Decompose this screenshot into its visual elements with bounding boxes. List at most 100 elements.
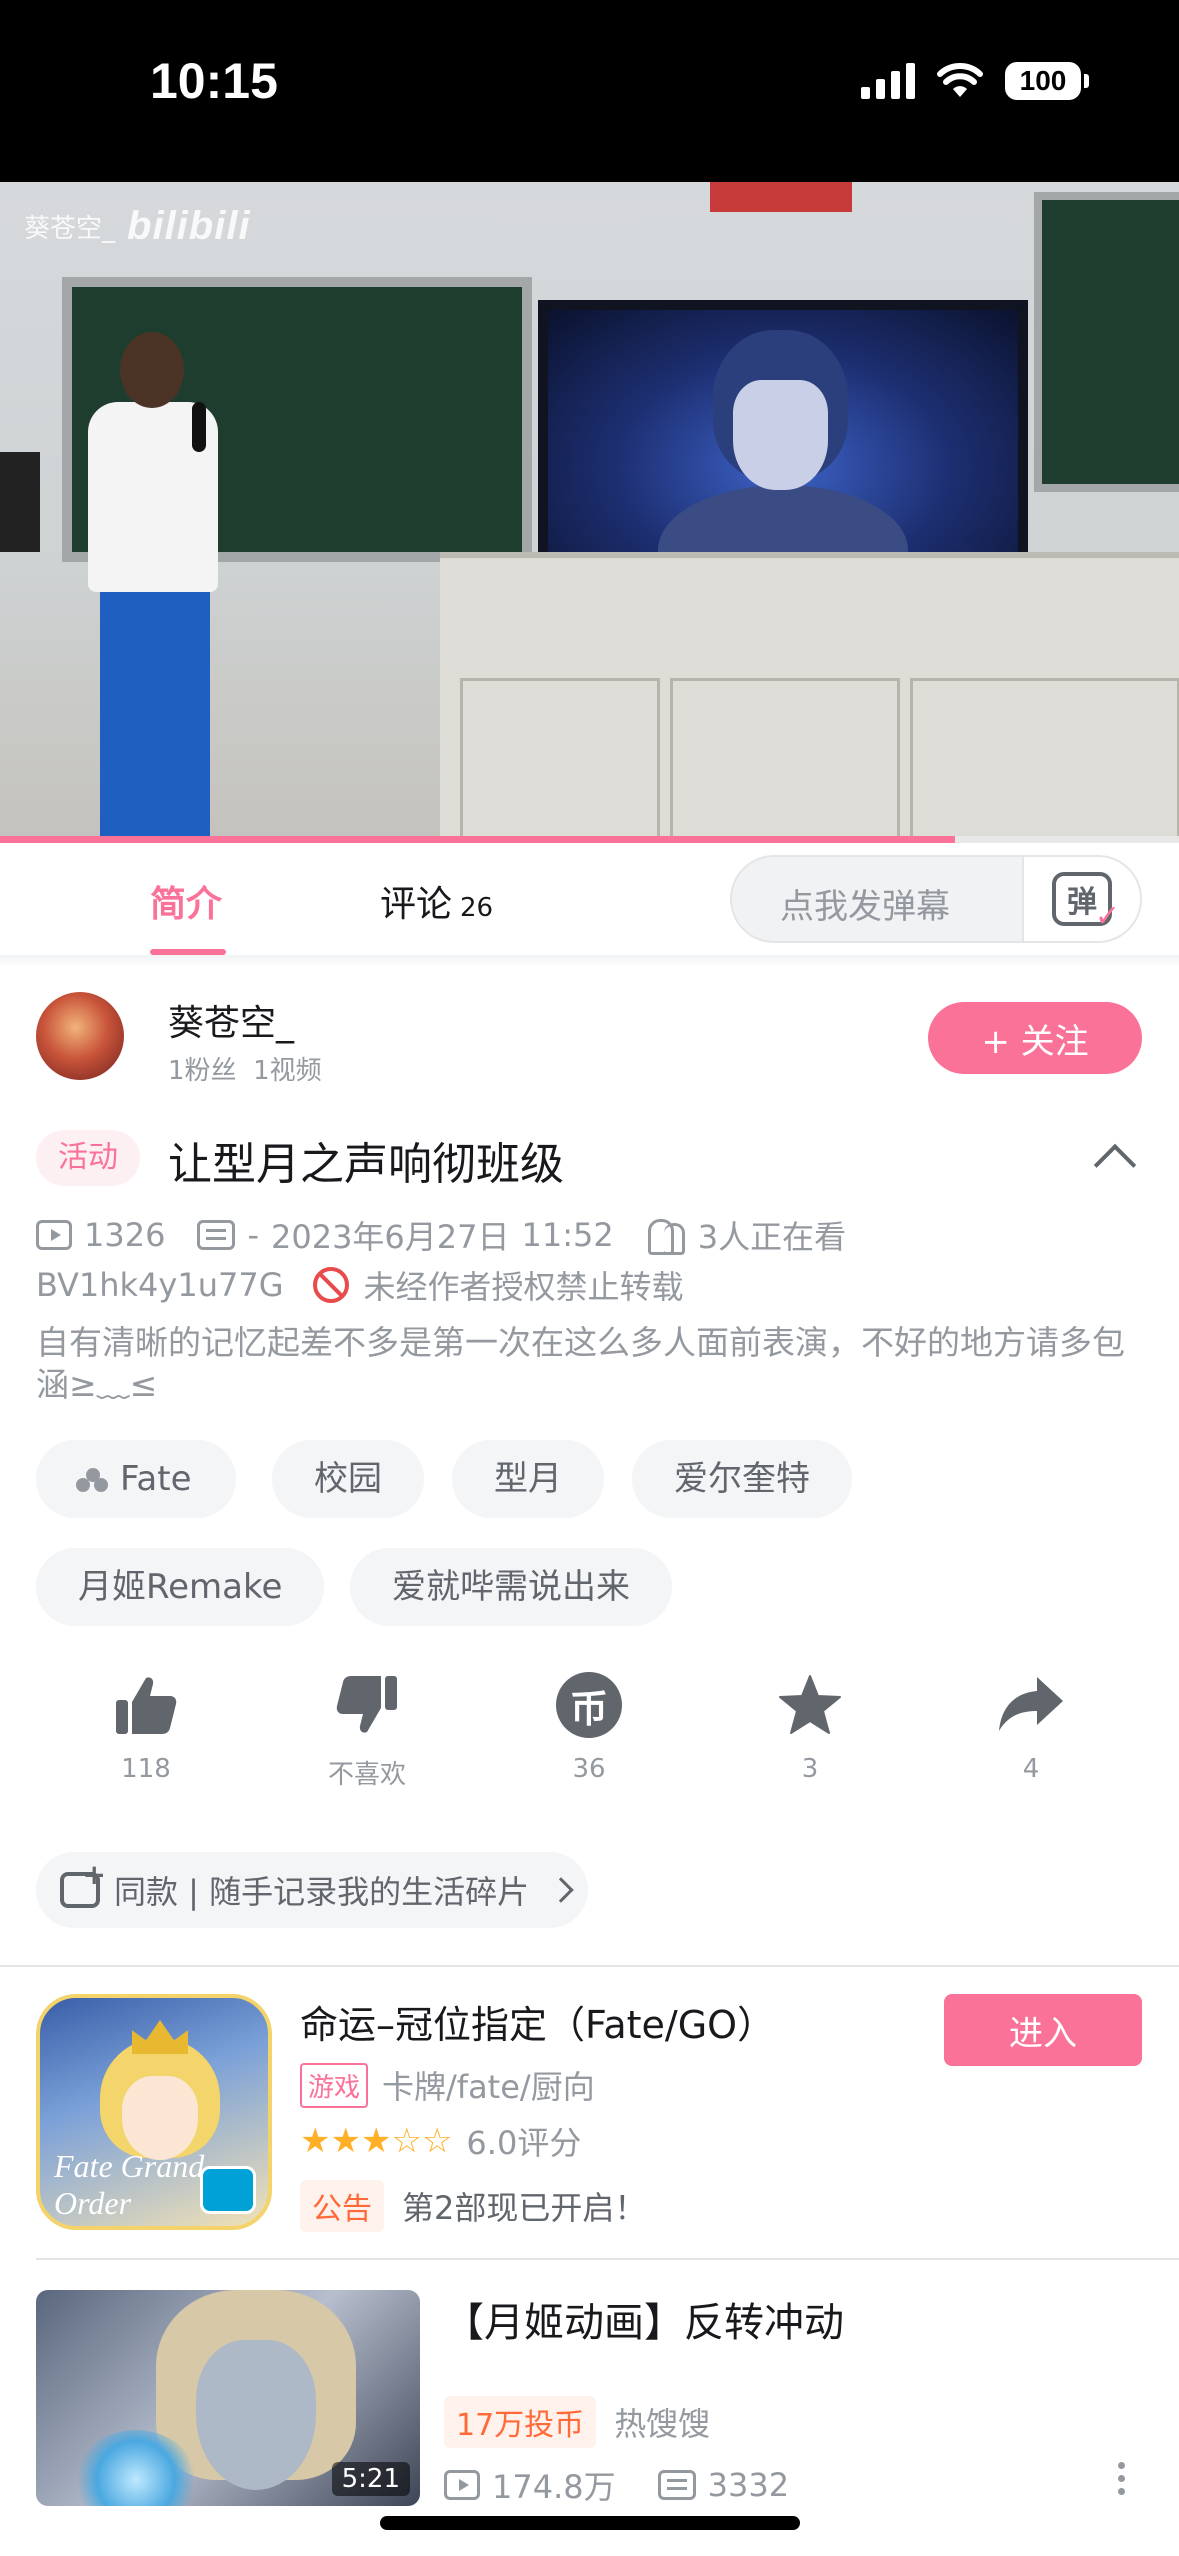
bvid-row: BV1hk4y1u77G 未经作者授权禁止转载 — [36, 1262, 684, 1308]
no-repost-icon — [313, 1267, 350, 1303]
tag-arcueid[interactable]: 爱尔奎特 — [632, 1440, 852, 1518]
topic-icon — [76, 1468, 110, 1492]
record-note-icon — [60, 1858, 106, 1908]
enter-game-button[interactable]: 进入 — [944, 1994, 1142, 2066]
cellular-signal-icon — [861, 63, 915, 99]
wifi-icon — [937, 63, 983, 97]
recommended-author[interactable]: 热馊馊 — [614, 2399, 710, 2445]
video-watermark: 葵苍空_ bilibili — [24, 204, 251, 249]
bilibili-logo: bilibili — [127, 204, 251, 248]
game-genre: 卡牌/fate/厨向 — [382, 2068, 595, 2106]
play-count-icon — [36, 1220, 72, 1250]
battery-indicator: 100 — [1005, 62, 1089, 100]
tab-comments[interactable]: 评论 26 — [380, 875, 493, 927]
video-player[interactable]: 葵苍空_ bilibili — [0, 182, 1179, 842]
game-rating: ★★★☆☆ 6.0评分 — [300, 2118, 581, 2164]
danmaku-count: - — [247, 1216, 259, 1254]
star-icon — [779, 1675, 841, 1734]
section-divider — [36, 2258, 1179, 2260]
activity-tag[interactable]: 活动 — [36, 1130, 140, 1186]
notice-badge: 公告 — [300, 2180, 384, 2232]
publish-time: 11:52 — [521, 1216, 614, 1254]
play-count-icon — [444, 2470, 480, 2500]
uploader-videos: 1视频 — [253, 1056, 322, 1086]
recommended-badges: 17万投币 热馊馊 — [444, 2396, 710, 2448]
recommended-thumbnail[interactable]: 5:21 — [36, 2290, 420, 2506]
dislike-label: 不喜欢 — [327, 1760, 406, 1790]
rating-text: 6.0评分 — [466, 2124, 582, 2162]
game-type-row: 游戏 卡牌/fate/厨向 — [300, 2062, 595, 2108]
tag-fate[interactable]: Fate — [36, 1440, 236, 1518]
video-meta: 1326 - 2023年6月27日 11:52 3人正在看 — [36, 1212, 846, 1258]
status-icons: 100 — [861, 62, 1089, 100]
student-performer — [80, 332, 260, 842]
uploader-name[interactable]: 葵苍空_ — [168, 994, 294, 1046]
coin-button[interactable]: 币 36 — [514, 1670, 664, 1784]
bilibili-tv-icon — [200, 2166, 256, 2214]
video-title: 让型月之声响彻班级 — [168, 1139, 564, 1190]
coin-count: 36 — [572, 1754, 606, 1784]
collapse-chevron-icon[interactable] — [1093, 1143, 1137, 1187]
coin-icon: 币 — [556, 1672, 622, 1738]
watching-count: 3人正在看 — [697, 1218, 847, 1256]
danmaku-toggle-button[interactable]: 弹 — [1022, 857, 1140, 941]
chalkboard-right — [1034, 192, 1179, 492]
uploader-fans: 1粉丝 — [168, 1056, 237, 1086]
video-description: 自有清晰的记忆起差不多是第一次在这么多人面前表演，不好的地方请多包涵≥﹏≤ — [36, 1323, 1125, 1404]
danmaku-count-icon — [197, 1220, 236, 1250]
tag-campus[interactable]: 校园 — [272, 1440, 424, 1518]
share-count: 4 — [1022, 1754, 1040, 1784]
like-button[interactable]: 118 — [71, 1670, 221, 1784]
note-template-text: 同款 | 随手记录我的生活碎片 — [114, 1873, 530, 1911]
note-template-pill[interactable]: 同款 | 随手记录我的生活碎片 — [36, 1852, 588, 1928]
copyright-notice: 未经作者授权禁止转载 — [363, 1268, 684, 1306]
danmaku-count-icon — [657, 2470, 696, 2500]
coin-badge: 17万投币 — [444, 2396, 597, 2448]
danmaku-input[interactable]: 点我发弹幕 弹 — [730, 855, 1142, 943]
chevron-right-icon — [548, 1877, 574, 1903]
status-bar: 10:15 100 — [0, 0, 1179, 182]
recommended-danmaku: 3332 — [707, 2466, 790, 2504]
favorite-count: 3 — [801, 1754, 819, 1784]
game-title[interactable]: 命运–冠位指定（Fate/GO） — [300, 1994, 775, 2049]
tab-divider — [0, 955, 1179, 967]
watching-icon — [646, 1219, 686, 1255]
home-indicator[interactable] — [380, 2516, 800, 2530]
recommended-views: 174.8万 — [492, 2468, 616, 2506]
tag-label: Fate — [120, 1459, 192, 1499]
tag-love-bilibili[interactable]: 爱就哔需说出来 — [350, 1548, 672, 1626]
tab-comments-count: 26 — [460, 893, 494, 923]
bvid[interactable]: BV1hk4y1u77G — [36, 1266, 283, 1304]
video-progress-bar[interactable] — [0, 836, 1179, 843]
tab-comments-label: 评论 — [380, 884, 453, 925]
wall-speaker — [0, 452, 40, 552]
thumbs-up-icon — [116, 1677, 177, 1734]
uploader-stats: 1粉丝 1视频 — [168, 1050, 322, 1087]
game-icon[interactable]: Fate Grand Order — [36, 1994, 272, 2230]
tab-intro[interactable]: 简介 — [150, 875, 222, 927]
star-filled-icon: ★ — [330, 2121, 361, 2161]
star-filled-icon: ★ — [300, 2121, 331, 2161]
share-arrow-icon — [999, 1677, 1063, 1731]
like-count: 118 — [121, 1754, 171, 1784]
danmaku-placeholder: 点我发弹幕 — [780, 887, 950, 927]
classroom-sign — [710, 182, 852, 212]
more-options-icon[interactable] — [1118, 2462, 1126, 2502]
game-badge: 游戏 — [300, 2062, 369, 2108]
view-count: 1326 — [84, 1216, 166, 1254]
status-time: 10:15 — [150, 53, 278, 109]
uploader-avatar[interactable] — [36, 992, 124, 1080]
tag-tsukihime-remake[interactable]: 月姬Remake — [36, 1548, 325, 1626]
danmaku-icon: 弹 — [1052, 872, 1120, 934]
tag-typemoon[interactable]: 型月 — [452, 1440, 604, 1518]
section-divider — [0, 1965, 1179, 1967]
follow-button[interactable]: + 关注 — [928, 1002, 1142, 1074]
publish-date: 2023年6月27日 — [270, 1218, 510, 1256]
dislike-button[interactable]: 不喜欢 — [292, 1670, 442, 1791]
favorite-button[interactable]: 3 — [735, 1670, 885, 1784]
recommended-title[interactable]: 【月姬动画】反转冲动 — [444, 2290, 844, 2348]
rating-stars: ★★★☆☆ — [300, 2124, 452, 2158]
lectern — [440, 552, 1179, 842]
share-button[interactable]: 4 — [956, 1670, 1106, 1784]
tab-bar: 简介 评论 26 点我发弹幕 弹 — [0, 843, 1179, 955]
